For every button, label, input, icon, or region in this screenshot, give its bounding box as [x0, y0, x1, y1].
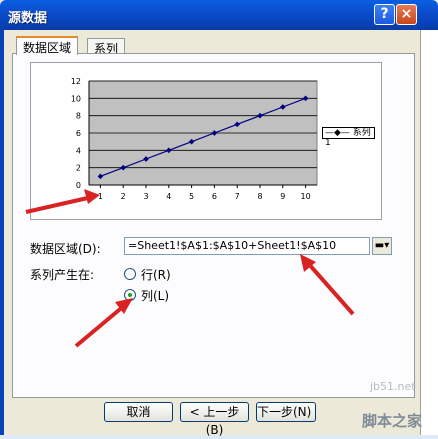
annotation-arrow-axis — [25, 189, 100, 214]
annotation-arrow-radio — [74, 298, 133, 348]
annotation-arrow-input — [300, 254, 355, 316]
dialog-window: 源数据 ? × 数据区域 系列 0 2 4 6 8 10 12 1 2 3 4 5 6 7 8 9 10 —◆—… — [0, 0, 438, 437]
tab-data-range[interactable]: 数据区域 — [16, 36, 79, 55]
annotation-layer — [25, 189, 355, 348]
